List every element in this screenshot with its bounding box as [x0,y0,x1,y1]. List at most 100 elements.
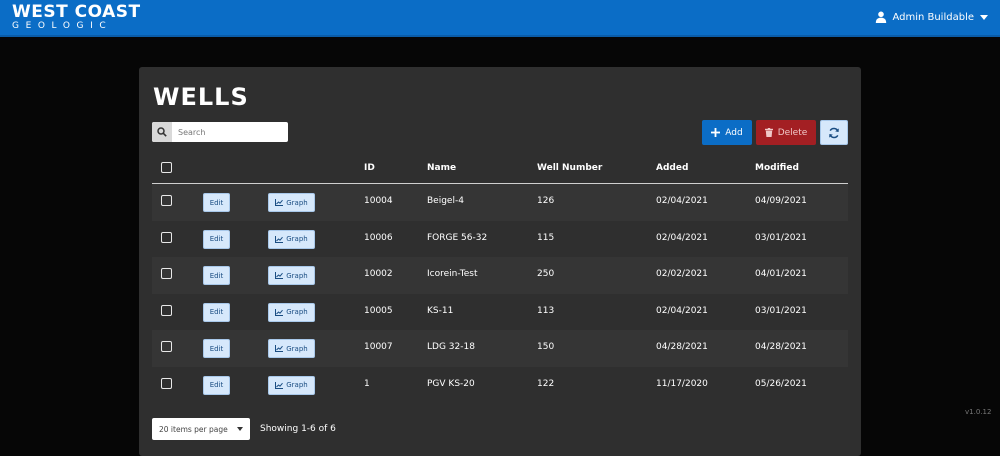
row-checkbox[interactable] [161,377,172,389]
user-menu[interactable]: Admin Buildable [875,11,988,23]
line-chart-icon [275,272,284,279]
graph-button[interactable]: Graph [268,339,315,358]
refresh-icon [829,127,839,138]
user-name: Admin Buildable [892,11,974,23]
column-header-name[interactable]: Name [427,163,456,173]
cell-id: 10006 [364,232,393,243]
cell-modified: 03/01/2021 [755,232,807,243]
graph-label: Graph [286,198,308,207]
cell-modified: 05/26/2021 [755,378,807,389]
table-header: ID Name Well Number Added Modified [152,155,848,184]
search-icon[interactable] [152,122,172,142]
items-per-page-value: 20 items per page [159,424,228,434]
cell-name: Icorein-Test [427,269,478,279]
column-header-id[interactable]: ID [364,163,375,173]
trash-icon [764,128,773,137]
search-input[interactable] [172,122,282,142]
table-row: Edit Graph 1 PGV KS-20 122 11/17/2020 05… [152,367,848,404]
line-chart-icon [275,308,284,316]
items-per-page-select[interactable]: 20 items per page [152,418,250,440]
cell-name: Beigel-4 [427,196,464,206]
table-row: Edit Graph 10004 Beigel-4 126 02/04/2021… [152,184,848,221]
edit-button[interactable]: Edit [203,302,230,322]
cell-modified: 03/01/2021 [755,305,807,316]
graph-button[interactable]: Graph [268,302,315,322]
graph-label: Graph [286,344,308,353]
select-all-checkbox[interactable] [161,162,172,173]
cell-name: PGV KS-20 [427,378,475,389]
graph-button[interactable]: Graph [268,193,315,212]
logo-line2: GEOLOGIC [12,21,113,31]
edit-button[interactable]: Edit [203,229,230,249]
graph-button[interactable]: Graph [268,229,315,249]
cell-well-number: 250 [537,269,555,279]
cell-well-number: 122 [537,378,555,389]
row-checkbox[interactable] [161,268,172,279]
cell-well-number: 126 [537,196,555,206]
column-header-well-number[interactable]: Well Number [537,163,602,173]
cell-added: 02/04/2021 [656,196,708,206]
add-label: Add [725,127,743,138]
cell-id: 10005 [364,305,393,316]
graph-label: Graph [286,271,308,280]
cell-modified: 04/28/2021 [755,342,807,352]
cell-name: FORGE 56-32 [427,232,488,243]
cell-name: KS-11 [427,305,454,316]
delete-label: Delete [777,127,808,138]
version-label: v1.0.12 [965,408,992,416]
cell-added: 11/17/2020 [656,378,708,389]
column-header-added[interactable]: Added [656,163,688,173]
cell-id: 10002 [364,269,393,279]
cell-id: 10004 [364,196,393,206]
cell-well-number: 115 [537,232,555,243]
logo-line1: WEST COAST [12,2,141,22]
line-chart-icon [275,345,284,352]
page-title: WELLS [153,83,249,111]
plus-icon [711,128,721,137]
cell-added: 02/04/2021 [656,232,708,243]
cell-well-number: 113 [537,305,555,316]
table-row: Edit Graph 10007 LDG 32-18 150 04/28/202… [152,330,848,367]
line-chart-icon [275,381,284,389]
graph-label: Graph [286,381,308,389]
row-checkbox[interactable] [161,304,172,316]
graph-label: Graph [286,308,308,316]
cell-modified: 04/09/2021 [755,196,807,206]
graph-label: Graph [286,235,308,243]
table-row: Edit Graph 10005 KS-11 113 02/04/2021 03… [152,294,848,331]
graph-button[interactable]: Graph [268,375,315,395]
line-chart-icon [275,199,284,206]
cell-id: 1 [364,378,370,389]
wells-table: ID Name Well Number Added Modified Edit … [152,155,848,403]
row-checkbox[interactable] [161,231,172,243]
row-checkbox[interactable] [161,341,172,352]
row-checkbox[interactable] [161,195,172,206]
edit-button[interactable]: Edit [203,375,230,395]
edit-button[interactable]: Edit [203,339,230,358]
search-box [152,122,288,142]
chevron-down-icon [237,427,243,431]
top-navbar: WEST COAST GEOLOGIC Admin Buildable [0,0,1000,37]
column-header-modified[interactable]: Modified [755,163,799,173]
cell-name: LDG 32-18 [427,342,475,352]
edit-button[interactable]: Edit [203,193,230,212]
chevron-down-icon [980,14,988,20]
cell-id: 10007 [364,342,393,352]
edit-button[interactable]: Edit [203,266,230,285]
user-icon [876,11,887,23]
company-logo[interactable]: WEST COAST GEOLOGIC [12,2,141,32]
cell-added: 04/28/2021 [656,342,708,352]
delete-button[interactable]: Delete [756,120,816,145]
refresh-button[interactable] [820,120,848,145]
pagination-summary: Showing 1-6 of 6 [260,424,336,434]
cell-added: 02/04/2021 [656,305,708,316]
cell-modified: 04/01/2021 [755,269,807,279]
line-chart-icon [275,235,284,243]
table-row: Edit Graph 10006 FORGE 56-32 115 02/04/2… [152,221,848,258]
graph-button[interactable]: Graph [268,266,315,285]
table-row: Edit Graph 10002 Icorein-Test 250 02/02/… [152,257,848,294]
wells-panel: WELLS Add Delete [139,67,861,456]
add-button[interactable]: Add [702,120,752,145]
cell-well-number: 150 [537,342,555,352]
cell-added: 02/02/2021 [656,269,708,279]
